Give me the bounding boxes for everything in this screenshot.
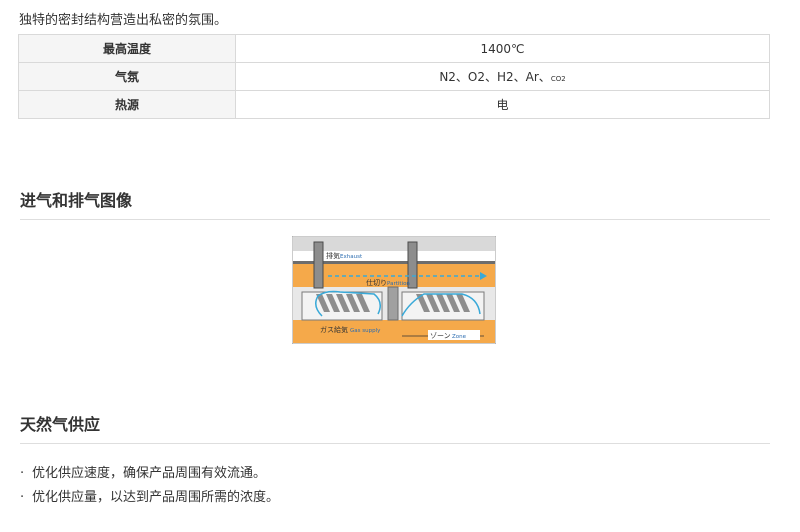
spec-value: 电 bbox=[235, 90, 770, 119]
list-item: · 优化供应速度，确保产品周围有效流通。 bbox=[20, 462, 279, 486]
section-heading-intake-exhaust: 进气和排气图像 bbox=[20, 187, 770, 220]
bullet-dot-icon: · bbox=[20, 490, 25, 505]
list-item-text: 优化供应量，以达到产品周围所需的浓度。 bbox=[32, 490, 280, 505]
section-heading-gas-supply: 天然气供应 bbox=[20, 411, 770, 444]
spec-value-small: CO2 bbox=[550, 75, 566, 83]
exhaust-chimney-left bbox=[313, 241, 324, 289]
spec-value-atmosphere: N2、O2、H2、Ar、CO2 bbox=[235, 62, 770, 91]
table-row: 气氛 N2、O2、H2、Ar、CO2 bbox=[18, 62, 770, 91]
bullet-list: · 优化供应速度，确保产品周围有效流通。 · 优化供应量，以达到产品周围所需的浓度。 bbox=[20, 462, 279, 510]
spec-label: 最高温度 bbox=[18, 34, 236, 63]
spec-label: 气氛 bbox=[18, 62, 236, 91]
exhaust-label: 排気 bbox=[326, 251, 340, 260]
gas-supply-label: ガス給気 bbox=[320, 325, 348, 334]
spec-value: 1400℃ bbox=[235, 34, 770, 63]
intro-text: 独特的密封结构营造出私密的氛围。 bbox=[19, 13, 228, 28]
partition-label: 仕切り bbox=[366, 278, 387, 287]
spec-label: 热源 bbox=[18, 90, 236, 119]
zone-label-en: Zone bbox=[452, 334, 467, 340]
partition-label-en: Partition bbox=[387, 281, 410, 287]
spec-value: N2、O2、H2、Ar、 bbox=[439, 70, 551, 84]
list-item-text: 优化供应速度，确保产品周围有效流通。 bbox=[32, 466, 267, 481]
bullet-dot-icon: · bbox=[20, 466, 25, 481]
exhaust-label-en: Exhaust bbox=[340, 254, 363, 260]
spec-table: 最高温度 1400℃ 气氛 N2、O2、H2、Ar、CO2 热源 电 bbox=[18, 34, 770, 119]
table-row: 热源 电 bbox=[18, 90, 770, 119]
gas-supply-label-en: Gas supply bbox=[350, 328, 381, 334]
intake-exhaust-figure: 排気 Exhaust 仕切り Partition ガス給気 Gas supply… bbox=[292, 236, 496, 344]
list-item: · 优化供应量，以达到产品周围所需的浓度。 bbox=[20, 486, 279, 510]
furnace-diagram: 排気 Exhaust 仕切り Partition ガス給気 Gas supply… bbox=[292, 236, 496, 344]
table-row: 最高温度 1400℃ bbox=[18, 34, 770, 63]
zone-label: ゾーン bbox=[430, 332, 451, 340]
partition-wall bbox=[387, 286, 399, 321]
